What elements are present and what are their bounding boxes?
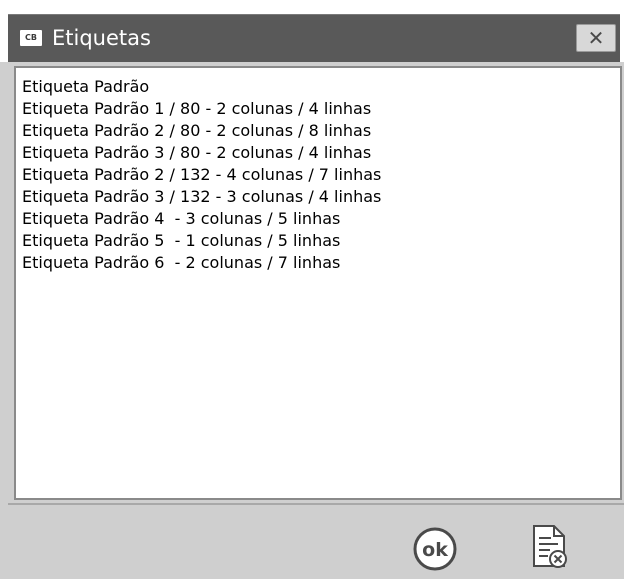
svg-text:ok: ok bbox=[422, 539, 448, 561]
list-item[interactable]: Etiqueta Padrão 5 - 1 colunas / 5 linhas bbox=[22, 230, 340, 252]
label-list[interactable]: Etiqueta Padrão Etiqueta Padrão 1 / 80 -… bbox=[14, 66, 622, 500]
list-item[interactable]: Etiqueta Padrão 6 - 2 colunas / 7 linhas bbox=[22, 252, 340, 274]
window-title: Etiquetas bbox=[52, 26, 151, 50]
list-item[interactable]: Etiqueta Padrão 2 / 132 - 4 colunas / 7 … bbox=[22, 164, 381, 186]
list-item[interactable]: Etiqueta Padrão 2 / 80 - 2 colunas / 8 l… bbox=[22, 120, 371, 142]
document-cancel-icon bbox=[533, 525, 567, 568]
close-icon: ✕ bbox=[587, 26, 605, 50]
list-item[interactable]: Etiqueta Padrão 4 - 3 colunas / 5 linhas bbox=[22, 208, 340, 230]
ok-icon: ok bbox=[413, 527, 457, 571]
list-item[interactable]: Etiqueta Padrão 1 / 80 - 2 colunas / 4 l… bbox=[22, 98, 371, 120]
app-icon: CB bbox=[20, 30, 42, 46]
list-item[interactable]: Etiqueta Padrão 3 / 132 - 3 colunas / 4 … bbox=[22, 186, 381, 208]
cancel-button[interactable] bbox=[528, 522, 572, 572]
list-item[interactable]: Etiqueta Padrão 3 / 80 - 2 colunas / 4 l… bbox=[22, 142, 371, 164]
ok-button[interactable]: ok bbox=[412, 526, 458, 572]
close-button[interactable]: ✕ bbox=[576, 24, 616, 52]
list-item[interactable]: Etiqueta Padrão bbox=[22, 76, 149, 98]
etiquetas-dialog: CB Etiquetas ✕ Etiqueta Padrão Etiqueta … bbox=[0, 0, 624, 579]
